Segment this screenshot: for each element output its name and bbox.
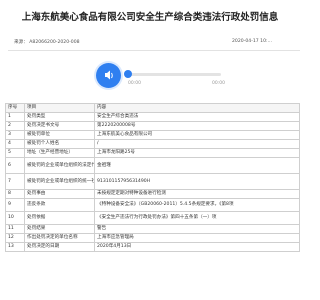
row-item: 被处罚单位 — [24, 130, 95, 140]
publish-date: 2020-04-17 10:… — [232, 39, 273, 44]
row-index: 12 — [5, 233, 25, 243]
row-content: 第2220200008号 — [94, 121, 300, 131]
table-row: 9 违反条款 《特种设备安全法》（GB20060-2011）5.4.5条规定要求… — [5, 198, 300, 212]
row-content: 2020年4月13日 — [94, 242, 300, 252]
row-item: 处罚依据 — [24, 211, 95, 225]
row-index: 1 — [5, 112, 25, 122]
row-item: 处罚决定书文号 — [24, 121, 95, 131]
row-index: 10 — [5, 211, 25, 225]
header-item: 项目 — [24, 103, 95, 113]
row-content: 上海市应急管理局 — [94, 233, 300, 243]
play-button[interactable] — [96, 63, 121, 88]
row-item: 处罚事由 — [24, 189, 95, 199]
row-item: 处罚决定的日期 — [24, 242, 95, 252]
table-row: 3 被处罚单位 上海东航美心食品有限公司 — [5, 130, 300, 140]
row-index: 13 — [5, 242, 25, 252]
table-row: 8 处罚事由 未按规定定期对特种设备进行检测 — [5, 189, 300, 199]
table-row: 11 处罚结果 警告 — [5, 224, 300, 234]
row-item: 违反条款 — [24, 198, 95, 212]
header-index: 序号 — [5, 103, 25, 113]
row-item: 作出处罚决定的单位名称 — [24, 233, 95, 243]
total-time: 00:00 — [212, 81, 225, 86]
table-row: 10 处罚依据 《安全生产违法行为行政处罚办法》第四十五条第（一）项 — [5, 211, 300, 225]
meta-bar: 来源： A82066200-2020-008 2020-04-17 10:… — [0, 39, 300, 49]
row-index: 4 — [5, 139, 25, 149]
row-content: 上海市龙阳路25号 — [94, 148, 300, 158]
row-item: 被处罚的企业或单位组织的统一社会信用代码 — [24, 173, 95, 190]
row-index: 9 — [5, 198, 25, 212]
progress-handle[interactable] — [124, 70, 132, 78]
row-index: 3 — [5, 130, 25, 140]
row-item: 处罚类型 — [24, 112, 95, 122]
row-content: 未按规定定期对特种设备进行检测 — [94, 189, 300, 199]
table-row: 7 被处罚的企业或单位组织的统一社会信用代码 91310115795631490… — [5, 173, 300, 190]
table-header-row: 序号 项目 内容 — [5, 103, 300, 113]
table-row: 6 被处罚的企业或单位组织的法定代表人姓名 金祖瑾 — [5, 157, 300, 174]
row-content: 上海东航美心食品有限公司 — [94, 130, 300, 140]
penalty-info-table: 序号 项目 内容 1 处罚类型 安全生产综合类违法 2 处罚决定书文号 第222… — [5, 103, 300, 252]
page-title: 上海东航美心食品有限公司安全生产综合类违法行政处罚信息 — [21, 12, 279, 23]
row-item: 处罚结果 — [24, 224, 95, 234]
source-label: 来源： — [14, 40, 28, 45]
row-index: 2 — [5, 121, 25, 131]
row-content: 金祖瑾 — [94, 157, 300, 174]
row-content: 《安全生产违法行为行政处罚办法》第四十五条第（一）项 — [94, 211, 300, 225]
row-item: 地址（生产经营地址） — [24, 148, 95, 158]
header-content: 内容 — [94, 103, 300, 113]
page: 上海东航美心食品有限公司安全生产综合类违法行政处罚信息 来源： A8206620… — [0, 0, 300, 300]
table-row: 12 作出处罚决定的单位名称 上海市应急管理局 — [5, 233, 300, 243]
progress-track[interactable] — [126, 73, 221, 76]
table-row: 5 地址（生产经营地址） 上海市龙阳路25号 — [5, 148, 300, 158]
row-content: 警告 — [94, 224, 300, 234]
row-item: 被处罚个人姓名 — [24, 139, 95, 149]
table-row: 1 处罚类型 安全生产综合类违法 — [5, 112, 300, 122]
row-index: 11 — [5, 224, 25, 234]
row-content: 《特种设备安全法》（GB20060-2011）5.4.5条规定要求，《第8项 — [94, 198, 300, 212]
current-time: 00:00 — [128, 81, 141, 86]
speaker-icon — [105, 70, 113, 80]
table-row: 13 处罚决定的日期 2020年4月13日 — [5, 242, 300, 252]
table-row: 4 被处罚个人姓名 / — [5, 139, 300, 149]
audio-player: 00:00 00:00 — [96, 63, 276, 89]
row-index: 8 — [5, 189, 25, 199]
row-item: 被处罚的企业或单位组织的法定代表人姓名 — [24, 157, 95, 174]
row-content: 91310115795631490H — [94, 173, 300, 190]
row-content: 安全生产综合类违法 — [94, 112, 300, 122]
row-index: 5 — [5, 148, 25, 158]
meta-left: 来源： A82066200-2020-008 — [14, 39, 80, 45]
document-code: A82066200-2020-008 — [29, 40, 80, 45]
divider — [8, 50, 300, 51]
table-row: 2 处罚决定书文号 第2220200008号 — [5, 121, 300, 131]
row-content: / — [94, 139, 300, 149]
row-index: 7 — [5, 173, 25, 190]
row-index: 6 — [5, 157, 25, 174]
